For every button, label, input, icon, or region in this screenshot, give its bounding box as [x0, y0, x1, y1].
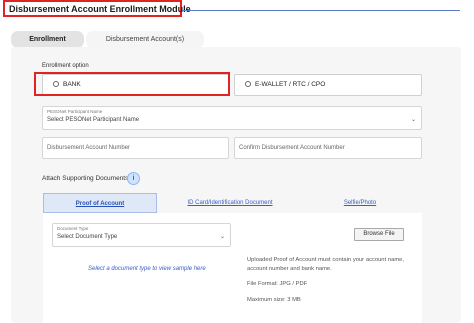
document-type-label: Document Type	[57, 226, 89, 231]
chevron-down-icon: ⌄	[219, 234, 225, 240]
document-type-placeholder: Select Document Type	[57, 234, 118, 240]
confirm-account-number-field[interactable]: Confirm Disbursement Account Number	[234, 137, 422, 159]
title-divider	[182, 10, 460, 11]
participant-select[interactable]: PESONet Participant Name Select PESONet …	[42, 106, 422, 130]
tab-selfie-photo[interactable]: Selfie/Photo	[300, 193, 420, 213]
attach-documents-label: Attach Supporting Documents	[42, 175, 129, 182]
tab-enrollment[interactable]: Enrollment	[11, 31, 84, 48]
option-ewallet-label: E-WALLET / RTC / CPO	[255, 81, 326, 88]
page-title: Disbursement Account Enrollment Module	[3, 0, 191, 17]
tab-disbursement-accounts[interactable]: Disbursement Account(s)	[86, 31, 204, 48]
option-ewallet[interactable]: E-WALLET / RTC / CPO	[234, 74, 422, 96]
tab-id-card[interactable]: ID Card/Identification Document	[170, 193, 290, 213]
participant-label: PESONet Participant Name	[47, 109, 103, 114]
enrollment-option-label: Enrollment option	[42, 63, 89, 69]
browse-file-button[interactable]: Browse File	[354, 228, 404, 241]
document-type-select[interactable]: Document Type Select Document Type ⌄	[52, 223, 231, 247]
file-format-text: File Format: JPG / PDF	[247, 281, 308, 287]
bank-option-highlight	[34, 72, 230, 96]
participant-placeholder: Select PESONet Participant Name	[47, 117, 140, 123]
account-number-field[interactable]: Disbursement Account Number	[42, 137, 229, 159]
upload-requirements-text: Uploaded Proof of Account must contain y…	[247, 257, 404, 272]
max-size-text: Maximum size: 3 MB	[247, 297, 301, 303]
chevron-down-icon: ⌄	[410, 117, 416, 123]
sample-preview-link[interactable]: Select a document type to view sample he…	[88, 266, 206, 272]
info-icon[interactable]: i	[127, 172, 140, 185]
tab-proof-of-account[interactable]: Proof of Account	[43, 193, 157, 213]
radio-icon[interactable]	[245, 81, 251, 87]
